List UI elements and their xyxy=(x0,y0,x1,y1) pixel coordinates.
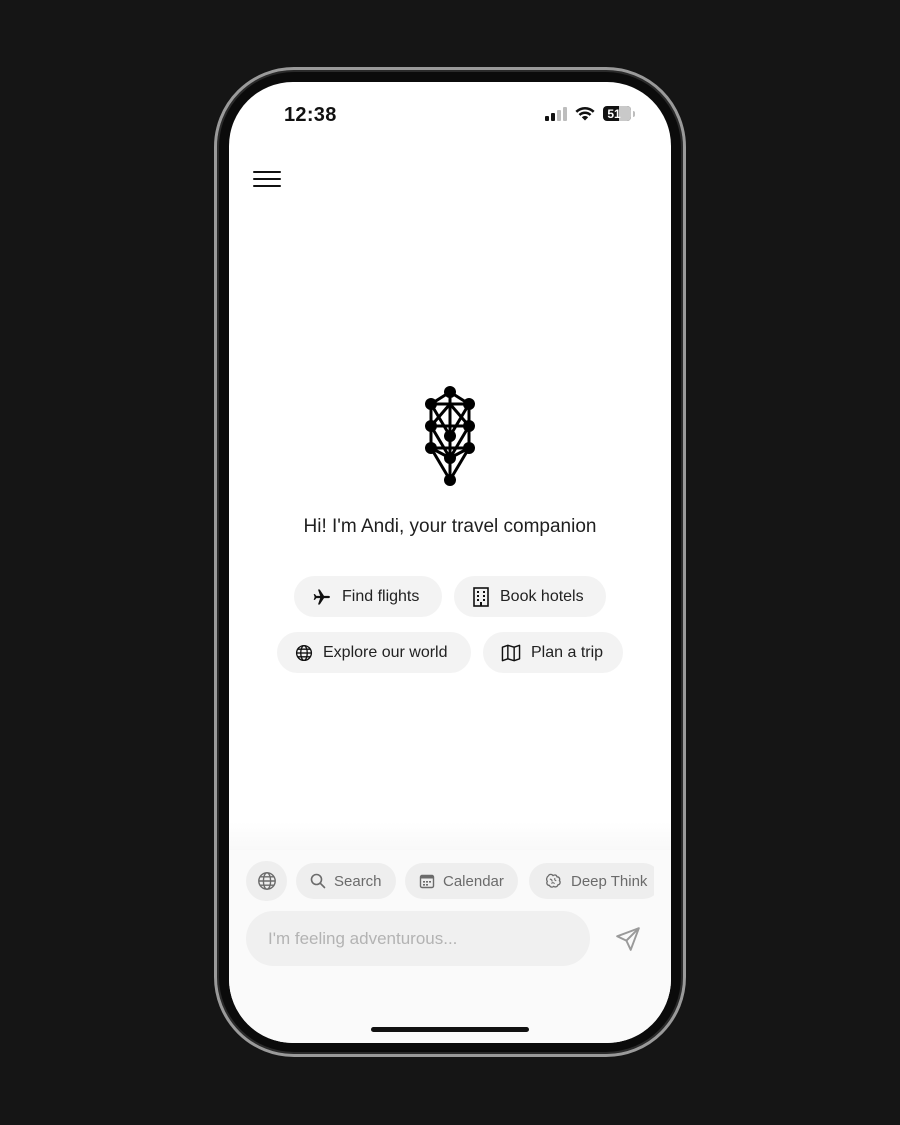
plan-a-trip-label: Plan a trip xyxy=(531,643,604,661)
plan-a-trip-button[interactable]: Plan a trip xyxy=(483,632,623,673)
globe-icon xyxy=(295,644,313,661)
building-icon xyxy=(473,586,489,607)
globe-icon xyxy=(257,872,276,890)
book-hotels-button[interactable]: Book hotels xyxy=(454,576,606,617)
hamburger-menu-icon[interactable] xyxy=(253,168,281,190)
status-icons: 51 xyxy=(545,106,635,121)
globe-toggle-button[interactable] xyxy=(246,861,287,901)
battery-icon: 51 xyxy=(603,106,631,121)
map-icon xyxy=(501,644,521,661)
send-icon xyxy=(616,927,640,951)
explore-our-world-label: Explore our world xyxy=(323,643,448,661)
brain-icon xyxy=(545,873,561,888)
battery-nub xyxy=(633,110,635,117)
status-time: 12:38 xyxy=(284,104,337,126)
deep-think-tool-label: Deep Think xyxy=(571,872,648,890)
airplane-icon xyxy=(313,589,330,604)
phone-screen: 12:38 51 Hi! I'm Andi, your travel compa… xyxy=(229,82,671,1043)
book-hotels-label: Book hotels xyxy=(500,587,584,605)
search-icon xyxy=(310,873,326,889)
explore-our-world-button[interactable]: Explore our world xyxy=(277,632,471,673)
tool-chip-scroller[interactable]: Search Calendar Deep Think xyxy=(246,861,654,901)
calendar-icon xyxy=(419,874,435,889)
home-indicator[interactable] xyxy=(371,1027,529,1032)
tree-of-life-logo xyxy=(425,386,475,486)
calendar-tool-button[interactable]: Calendar xyxy=(405,863,518,899)
find-flights-button[interactable]: Find flights xyxy=(294,576,442,617)
calendar-tool-label: Calendar xyxy=(443,872,504,890)
find-flights-label: Find flights xyxy=(342,587,420,605)
greeting-text: Hi! I'm Andi, your travel companion xyxy=(303,516,597,537)
composer-fade xyxy=(229,822,671,852)
battery-level: 51 xyxy=(607,106,621,121)
cellular-signal-icon xyxy=(545,106,567,121)
deep-think-tool-button[interactable]: Deep Think xyxy=(529,863,654,899)
wifi-icon xyxy=(575,107,595,121)
search-tool-label: Search xyxy=(334,872,382,890)
prompt-input[interactable] xyxy=(246,911,590,966)
search-tool-button[interactable]: Search xyxy=(296,863,396,899)
send-button[interactable] xyxy=(613,924,643,954)
